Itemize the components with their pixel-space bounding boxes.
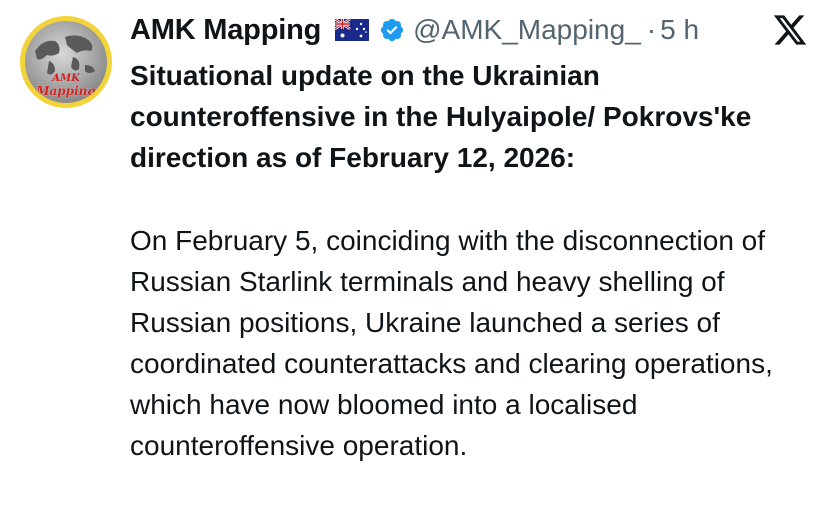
avatar-logo-line2: Mapping: [36, 84, 96, 98]
separator-dot: ·: [646, 14, 657, 45]
verified-badge-icon: [379, 17, 405, 43]
avatar-logo-text: AMK Mapping: [27, 73, 105, 97]
tweet-headline: Situational update on the Ukrainian coun…: [130, 60, 752, 173]
australia-flag-icon: [334, 18, 370, 41]
tweet-body: On February 5, coinciding with the disco…: [130, 225, 773, 461]
avatar-image: AMK Mapping: [25, 21, 107, 103]
post-time[interactable]: 5 h: [660, 14, 699, 46]
tweet-header: AMK Mapping @AMK_Mapping_ · 5 h: [130, 10, 699, 50]
tweet-card: AMK Mapping AMK Mapping @AMK_Mapping_ · …: [0, 0, 828, 523]
display-name[interactable]: AMK Mapping: [130, 14, 321, 47]
avatar[interactable]: AMK Mapping: [20, 16, 112, 108]
x-logo-icon[interactable]: [772, 12, 808, 48]
user-handle[interactable]: @AMK_Mapping_: [413, 14, 641, 46]
